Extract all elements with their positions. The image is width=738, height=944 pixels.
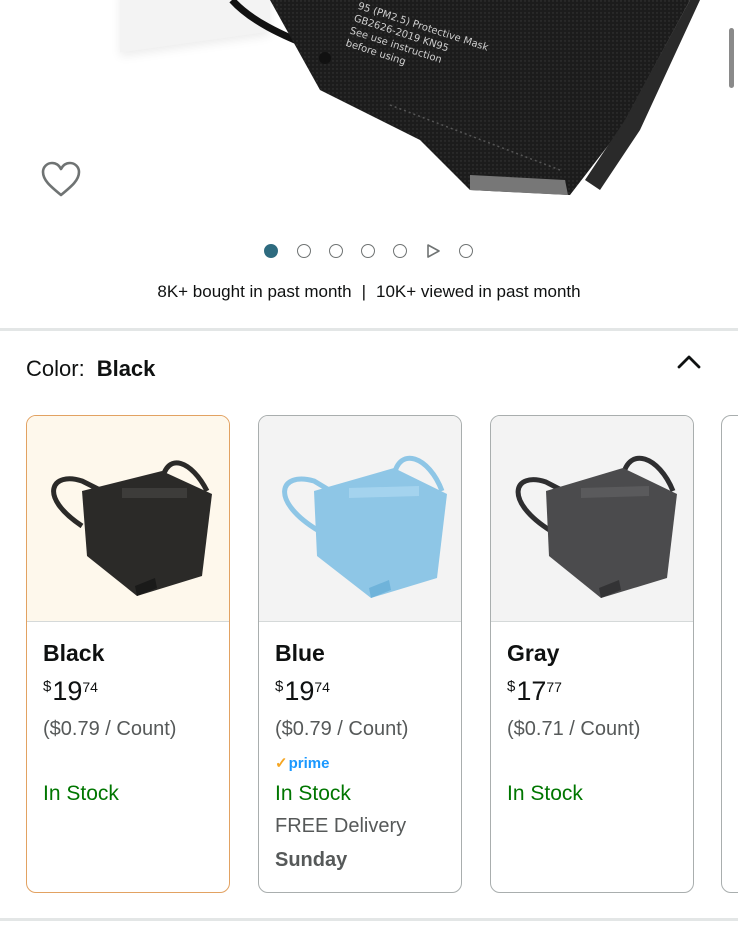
swatch-image [27,416,229,622]
stock-status: In Stock [275,782,351,805]
stats-separator: | [361,282,367,301]
color-option-next[interactable] [721,415,738,893]
product-image[interactable]: 95 (PM2.5) Protective Mask GB2626-2019 K… [0,0,738,330]
delivery-info: FREE Delivery [275,815,407,837]
unit-price: ($0.79 / Count) [275,718,409,740]
bought-count: 8K+ bought in past month [157,282,352,301]
stock-status: In Stock [43,782,119,805]
mask-thumbnail [51,460,212,596]
color-option-gray[interactable]: Gray $1777 ($0.71 / Count) In Stock [490,415,694,893]
carousel-indicators [0,241,738,261]
color-option-blue[interactable]: Blue $1974 ($0.79 / Count) ✓prime In Sto… [258,415,462,893]
option-price: $1974 [43,676,98,706]
option-name: Black [43,640,105,666]
carousel-dot-3[interactable] [329,244,343,258]
color-label: Color: [26,356,85,381]
purchase-stats: 8K+ bought in past month | 10K+ viewed in … [0,282,738,302]
section-divider [0,918,738,921]
prime-badge: ✓prime [275,755,330,772]
chevron-up-icon[interactable] [676,352,702,372]
section-divider [0,328,738,331]
prime-check-icon: ✓ [275,755,288,772]
color-option-black[interactable]: Black $1974 ($0.79 / Count) In Stock [26,415,230,893]
mask-thumbnail [282,455,447,598]
option-price: $1777 [507,676,562,706]
page-scrollbar[interactable] [729,28,734,88]
unit-price: ($0.79 / Count) [43,718,177,740]
video-play-icon[interactable] [425,243,441,259]
option-name: Blue [275,640,325,666]
mask-thumbnail [515,455,677,598]
delivery-day: Sunday [275,849,348,871]
carousel-dot-1[interactable] [264,244,278,258]
swatch-image [491,416,693,622]
option-price: $1974 [275,676,330,706]
heart-icon[interactable] [40,160,82,200]
stock-status: In Stock [507,782,583,805]
selected-color: Black [96,356,156,381]
color-selector-heading: Color: Black [26,356,155,382]
option-name: Gray [507,640,560,666]
carousel-dot-4[interactable] [361,244,375,258]
viewed-count: 10K+ viewed in past month [376,282,581,301]
carousel-dot-2[interactable] [297,244,311,258]
carousel-dot-7[interactable] [459,244,473,258]
swatch-image [259,416,461,622]
unit-price: ($0.71 / Count) [507,718,641,740]
carousel-dot-5[interactable] [393,244,407,258]
